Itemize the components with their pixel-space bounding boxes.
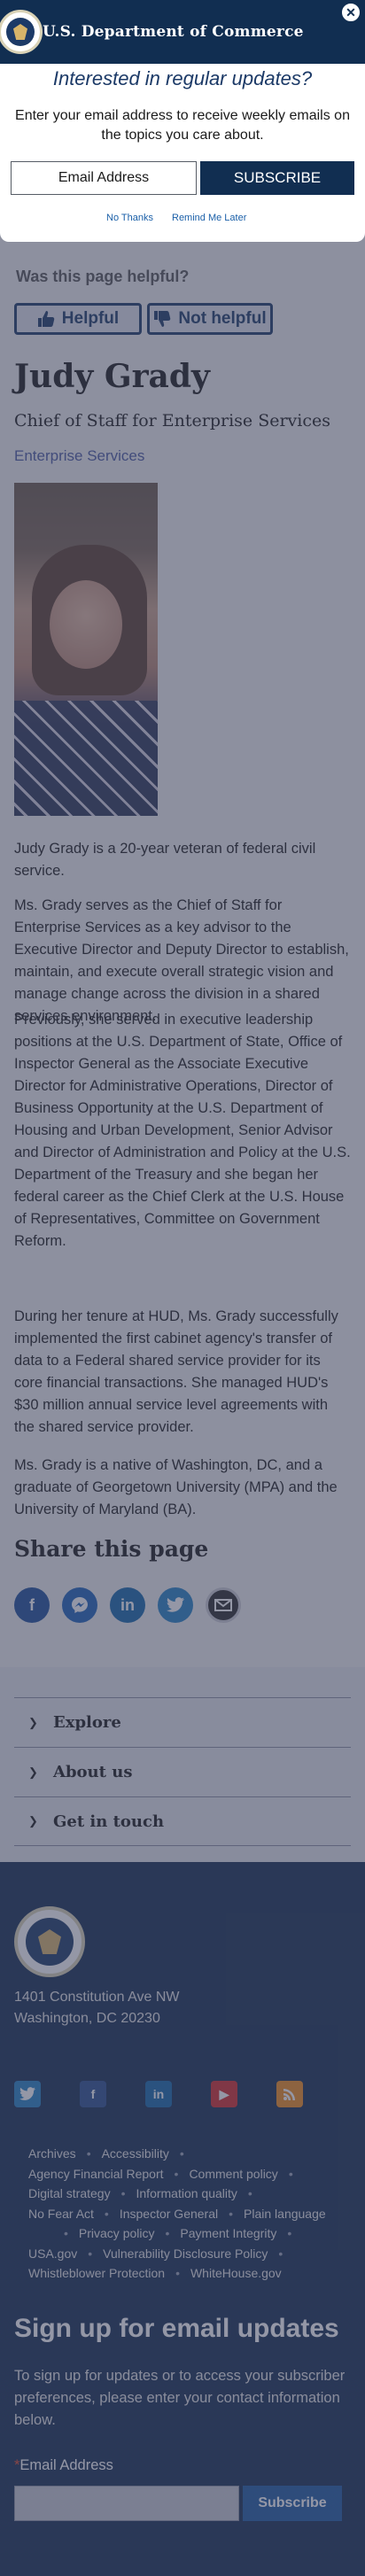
accordion-item-get-in-touch[interactable]: ❯ Get in touch [14, 1796, 351, 1846]
chevron-right-icon: ❯ [28, 1814, 38, 1827]
helpful-button[interactable]: Helpful [14, 303, 142, 335]
share-title: Share this page [14, 1536, 209, 1562]
footer-link-plain-language[interactable]: Plain language [244, 2207, 326, 2221]
accordion-label: Get in touch [53, 1812, 165, 1831]
helpful-label: Helpful [61, 309, 120, 328]
footer-address-line2: Washington, DC 20230 [14, 2011, 160, 2026]
rss-icon[interactable] [276, 2081, 303, 2107]
profile-name: Judy Grady [14, 358, 210, 395]
footer-link-inspector-general[interactable]: Inspector General [120, 2207, 218, 2221]
footer-email-label-text: Email Address [19, 2457, 113, 2473]
footer-link-vulnerability-disclosure[interactable]: Vulnerability Disclosure Policy [103, 2246, 268, 2261]
bio-paragraph: Ms. Grady is a native of Washington, DC,… [14, 1457, 338, 1517]
close-icon[interactable]: ✕ [340, 2, 361, 23]
footer-link-digital-strategy[interactable]: Digital strategy [28, 2186, 111, 2200]
footer-link-payment-integrity[interactable]: Payment Integrity [180, 2226, 276, 2240]
department-link[interactable]: Enterprise Services [14, 447, 144, 465]
footer-subscribe-button[interactable]: Subscribe [243, 2486, 342, 2521]
profile-title: Chief of Staff for Enterprise Services [14, 411, 331, 431]
footer-link-usa-gov[interactable]: USA.gov [28, 2246, 77, 2261]
remind-later-link[interactable]: Remind Me Later [172, 213, 246, 223]
footer-links: Archives • Accessibility • Agency Financial… [28, 2146, 326, 2280]
footer-link-no-fear-act[interactable]: No Fear Act [28, 2207, 94, 2221]
footer-email-input[interactable] [14, 2486, 239, 2521]
footer-link-comment-policy[interactable]: Comment policy [189, 2167, 277, 2181]
accordion-label: About us [53, 1763, 133, 1781]
facebook-icon[interactable]: f [80, 2081, 106, 2107]
feedback-question: Was this page helpful? [16, 268, 190, 285]
commerce-seal-logo[interactable] [0, 10, 43, 54]
footer-link-agency-financial-report[interactable]: Agency Financial Report [28, 2167, 164, 2181]
footer-link-archives[interactable]: Archives [28, 2146, 76, 2161]
signup-title: Sign up for email updates [14, 2314, 339, 2343]
profile-photo [14, 483, 158, 816]
footer-link-whistleblower[interactable]: Whistleblower Protection [28, 2266, 165, 2280]
thumbs-up-icon [37, 311, 55, 327]
email-signup-modal: Interested in regular updates? Enter you… [0, 64, 365, 242]
modal-subscribe-button[interactable]: SUBSCRIBE [200, 161, 354, 195]
bio-paragraph: During her tenure at HUD, Ms. Grady succ… [14, 1308, 338, 1435]
twitter-icon[interactable] [158, 1587, 193, 1623]
footer-link-privacy-policy[interactable]: Privacy policy [79, 2226, 155, 2240]
modal-heading: Interested in regular updates? [52, 67, 313, 89]
footer-link-information-quality[interactable]: Information quality [136, 2186, 237, 2200]
footer-accordion: ❯ Explore ❯ About us ❯ Get in touch [0, 1667, 365, 1862]
chevron-right-icon: ❯ [28, 1715, 38, 1729]
facebook-icon[interactable]: f [14, 1587, 50, 1623]
linkedin-icon[interactable]: in [145, 2081, 172, 2107]
youtube-icon[interactable]: ▶ [211, 2081, 237, 2107]
footer-seal-logo[interactable] [14, 1906, 85, 1977]
footer-email-label: *Email Address [14, 2457, 113, 2474]
not-helpful-label: Not helpful [178, 309, 267, 328]
footer-link-accessibility[interactable]: Accessibility [102, 2146, 169, 2161]
footer-address-line1: 1401 Constitution Ave NW [14, 1990, 180, 2005]
chevron-right-icon: ❯ [28, 1765, 38, 1779]
bio-paragraph: Ms. Grady serves as the Chief of Staff f… [14, 897, 349, 1024]
thumbs-down-icon [154, 311, 171, 327]
accordion-item-about-us[interactable]: ❯ About us [14, 1747, 351, 1796]
messenger-icon[interactable] [62, 1587, 97, 1623]
modal-description: Enter your email address to receive week… [15, 108, 350, 143]
site-header: U.S. Department of Commerce [0, 0, 365, 64]
no-thanks-link[interactable]: No Thanks [106, 213, 153, 223]
accordion-item-explore[interactable]: ❯ Explore [14, 1697, 351, 1747]
linkedin-icon[interactable]: in [110, 1587, 145, 1623]
signup-description: To sign up for updates or to access your… [14, 2368, 346, 2428]
not-helpful-button[interactable]: Not helpful [147, 303, 273, 335]
modal-email-input[interactable] [11, 161, 197, 195]
site-title[interactable]: U.S. Department of Commerce [43, 23, 304, 41]
bio-paragraph: Previously, she served in executive lead… [14, 1012, 351, 1249]
email-icon[interactable] [206, 1587, 241, 1623]
bio-paragraph: Judy Grady is a 20-year veteran of feder… [14, 841, 316, 879]
footer-link-whitehouse-gov[interactable]: WhiteHouse.gov [190, 2266, 282, 2280]
accordion-label: Explore [53, 1713, 121, 1732]
twitter-icon[interactable] [14, 2081, 41, 2107]
